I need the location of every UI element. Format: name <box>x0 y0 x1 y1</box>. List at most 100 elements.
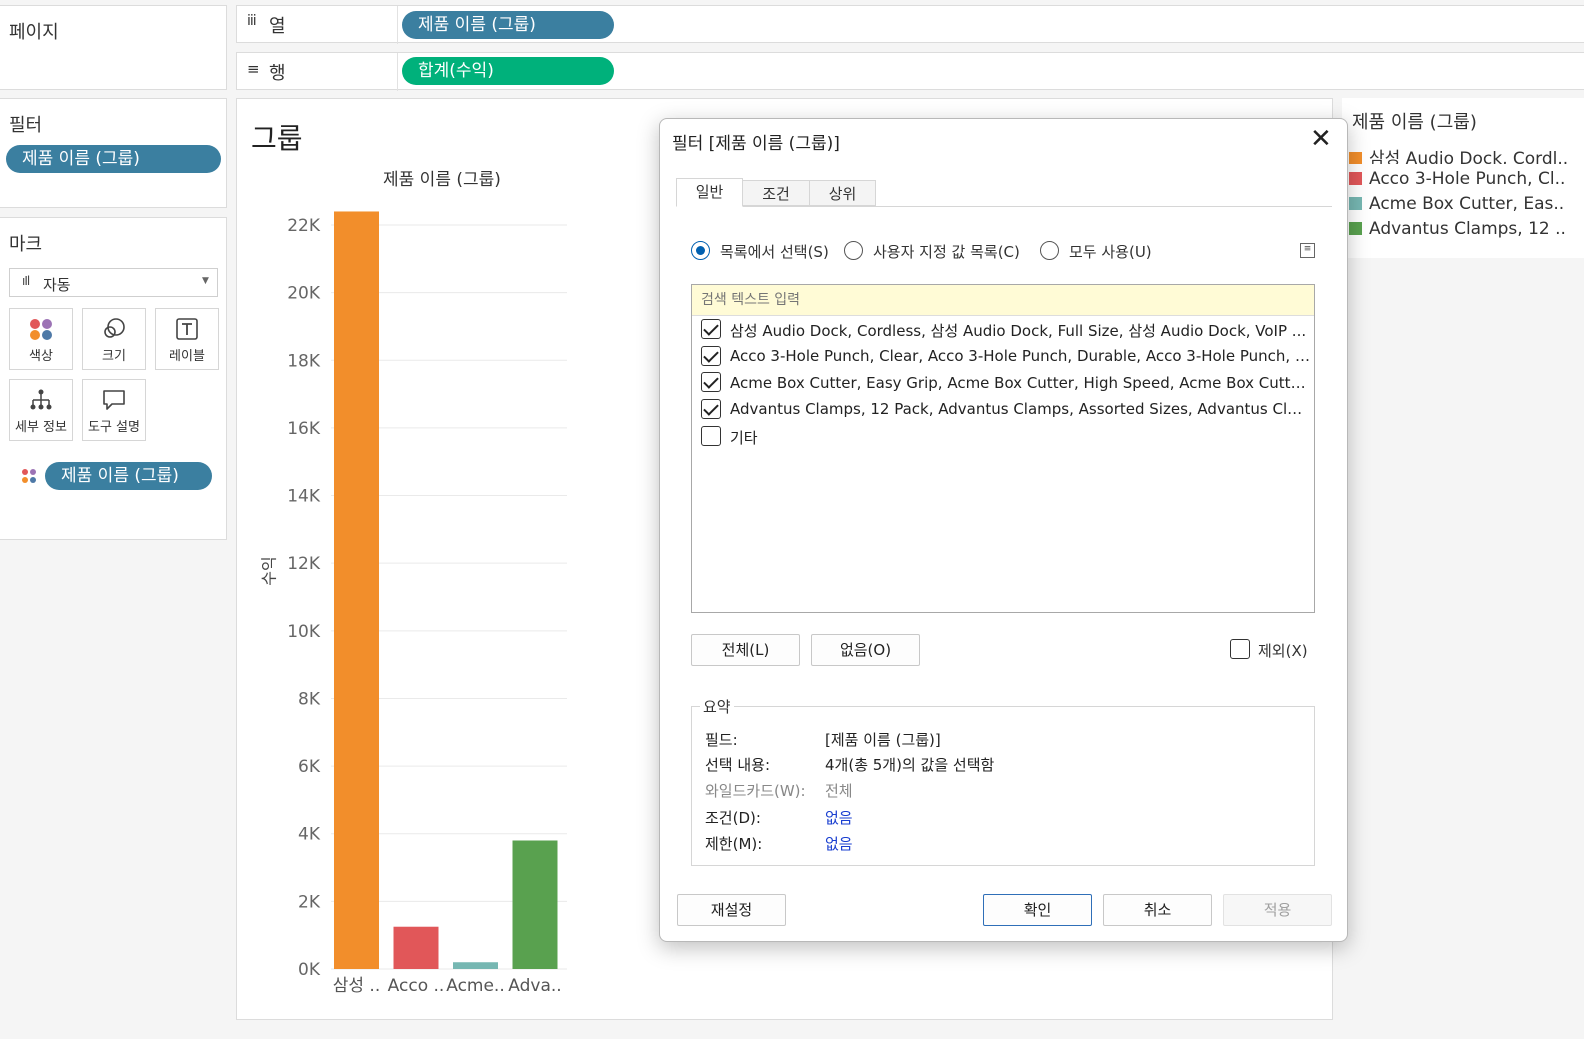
detail-button[interactable]: 세부 정보 <box>9 379 73 441</box>
item-label: 삼성 Audio Dock, Cordless, 삼성 Audio Dock, … <box>730 322 1307 340</box>
legend-label: Advantus Clamps, 12 .. <box>1369 219 1566 239</box>
item-checkbox[interactable] <box>701 426 721 446</box>
size-button[interactable]: 크기 <box>82 308 146 370</box>
radio-use-all[interactable] <box>1040 241 1059 260</box>
color-pill[interactable]: 제품 이름 (그룹) <box>45 462 212 490</box>
list-menu-icon[interactable]: ≡ <box>1300 243 1315 258</box>
bar[interactable] <box>393 926 439 969</box>
summary-field-value: [제품 이름 (그룹)] <box>825 731 941 749</box>
label-label: 레이블 <box>169 349 205 364</box>
marks-title: 마크 <box>9 234 43 255</box>
apply-button[interactable]: 적용 <box>1223 894 1332 926</box>
y-tick-label: 4K <box>298 825 321 845</box>
y-tick-label: 22K <box>287 216 321 236</box>
bar-chart-icon: ıIl <box>22 274 30 288</box>
columns-shelf[interactable]: iii 열 제품 이름 (그룹) <box>236 5 1584 44</box>
bar[interactable] <box>512 840 558 969</box>
bar[interactable] <box>453 962 498 969</box>
summary-limit-link[interactable]: 없음 <box>825 833 853 854</box>
item-label: Acco 3-Hole Punch, Clear, Acco 3-Hole Pu… <box>730 347 1310 365</box>
bar-chart: 0K 2K 4K 6K 8K 10K 12K 14K 16K 18K 20K 22K 삼성 .. Acco… <box>287 211 567 996</box>
bar[interactable] <box>334 211 379 969</box>
legend-item[interactable]: Acco 3-Hole Punch, Cl.. <box>1349 169 1569 189</box>
item-checkbox[interactable] <box>701 399 721 419</box>
size-icon <box>104 318 125 338</box>
select-all-button[interactable]: 전체(L) <box>691 634 800 666</box>
label-button[interactable]: 레이블 <box>155 308 219 370</box>
radio-select-from-list[interactable] <box>691 241 710 260</box>
exclude-label: 제외(X) <box>1258 642 1308 660</box>
radio-custom-list-label: 사용자 지정 값 목록(C) <box>873 243 1020 261</box>
summary-selection-value: 4개(총 5개)의 값을 선택함 <box>825 756 995 774</box>
columns-pill[interactable]: 제품 이름 (그룹) <box>402 11 614 39</box>
detail-icon <box>30 389 52 410</box>
ok-button[interactable]: 확인 <box>983 894 1092 926</box>
summary-condition-key: 조건(D): <box>705 809 761 827</box>
tab-condition-label: 조건 <box>762 185 790 203</box>
value-list[interactable]: 삼성 Audio Dock, Cordless, 삼성 Audio Dock, … <box>691 284 1315 613</box>
close-icon[interactable]: ✕ <box>1310 124 1332 154</box>
legend-swatch <box>1349 197 1362 210</box>
tooltip-button[interactable]: 도구 설명 <box>82 379 146 441</box>
summary-condition-link[interactable]: 없음 <box>825 807 853 828</box>
mark-type-select[interactable]: ıIl 자동 ▼ <box>9 268 218 297</box>
pages-title: 페이지 <box>9 22 59 43</box>
y-tick-label: 12K <box>287 554 321 574</box>
y-tick-label: 10K <box>287 622 321 642</box>
item-label: Acme Box Cutter, Easy Grip, Acme Box Cut… <box>730 374 1310 392</box>
y-tick-label: 2K <box>298 892 321 912</box>
tab-general-label: 일반 <box>695 183 724 201</box>
item-checkbox[interactable] <box>701 372 721 392</box>
cancel-button[interactable]: 취소 <box>1103 894 1212 926</box>
tooltip-icon <box>103 390 125 410</box>
y-tick-label: 18K <box>287 351 321 371</box>
tab-top-label: 상위 <box>828 185 857 203</box>
filter-pill[interactable]: 제품 이름 (그룹) <box>6 145 221 173</box>
summary-group: 요약 필드: [제품 이름 (그룹)] 선택 내용: 4개(총 5개)의 값을 … <box>691 696 1315 866</box>
rows-label: 행 <box>269 63 286 84</box>
rows-pill[interactable]: 합계(수익) <box>402 57 614 85</box>
item-label: 기타 <box>730 429 758 447</box>
legend-title: 제품 이름 (그룹) <box>1352 112 1477 133</box>
summary-selection-key: 선택 내용: <box>705 756 771 774</box>
search-input[interactable] <box>692 285 1314 316</box>
columns-label: 열 <box>269 16 286 37</box>
color-dots-icon <box>22 469 36 483</box>
filters-title: 필터 <box>9 115 43 136</box>
x-tick-label: Adva.. <box>508 976 561 996</box>
label-icon <box>176 318 198 340</box>
select-none-button[interactable]: 없음(O) <box>811 634 920 666</box>
y-tick-label: 14K <box>287 487 321 507</box>
summary-field-key: 필드: <box>705 731 738 749</box>
item-label: Advantus Clamps, 12 Pack, Advantus Clamp… <box>730 400 1310 418</box>
columns-icon: iii <box>247 13 257 29</box>
y-tick-label: 6K <box>298 757 321 777</box>
summary-title: 요약 <box>700 696 734 717</box>
chevron-down-icon: ▼ <box>202 276 209 286</box>
pages-panel: 페이지 <box>0 5 227 90</box>
summary-limit-key: 제한(M): <box>705 835 763 853</box>
reset-button[interactable]: 재설정 <box>677 894 786 926</box>
filters-panel: 필터 제품 이름 (그룹) <box>0 98 227 208</box>
y-tick-label: 16K <box>287 419 321 439</box>
item-checkbox[interactable] <box>701 319 721 339</box>
tab-general[interactable]: 일반 <box>676 178 743 207</box>
mark-type-value: 자동 <box>43 276 71 294</box>
tooltip-label: 도구 설명 <box>88 420 140 435</box>
radio-use-all-label: 모두 사용(U) <box>1069 243 1152 261</box>
x-tick-label: Acme.. <box>446 976 505 996</box>
exclude-checkbox[interactable] <box>1230 639 1250 659</box>
color-icon <box>30 319 52 340</box>
color-button[interactable]: 색상 <box>9 308 73 370</box>
tab-top[interactable]: 상위 <box>810 180 876 206</box>
legend-item[interactable]: Acme Box Cutter, Eas.. <box>1349 194 1569 214</box>
tab-condition[interactable]: 조건 <box>743 180 810 206</box>
legend-swatch <box>1349 172 1362 185</box>
radio-custom-list[interactable] <box>844 241 863 260</box>
filter-dialog: 필터 [제품 이름 (그룹)] ✕ 일반 조건 상위 목록에서 선택(S) 사용… <box>659 118 1348 942</box>
legend-item[interactable]: Advantus Clamps, 12 .. <box>1349 219 1569 239</box>
rows-shelf[interactable]: ≡ 행 합계(수익) <box>236 52 1584 91</box>
item-checkbox[interactable] <box>701 346 721 366</box>
legend-item[interactable]: 삼성 Audio Dock, Cordl.. <box>1349 144 1569 164</box>
shelf-divider <box>397 6 398 44</box>
